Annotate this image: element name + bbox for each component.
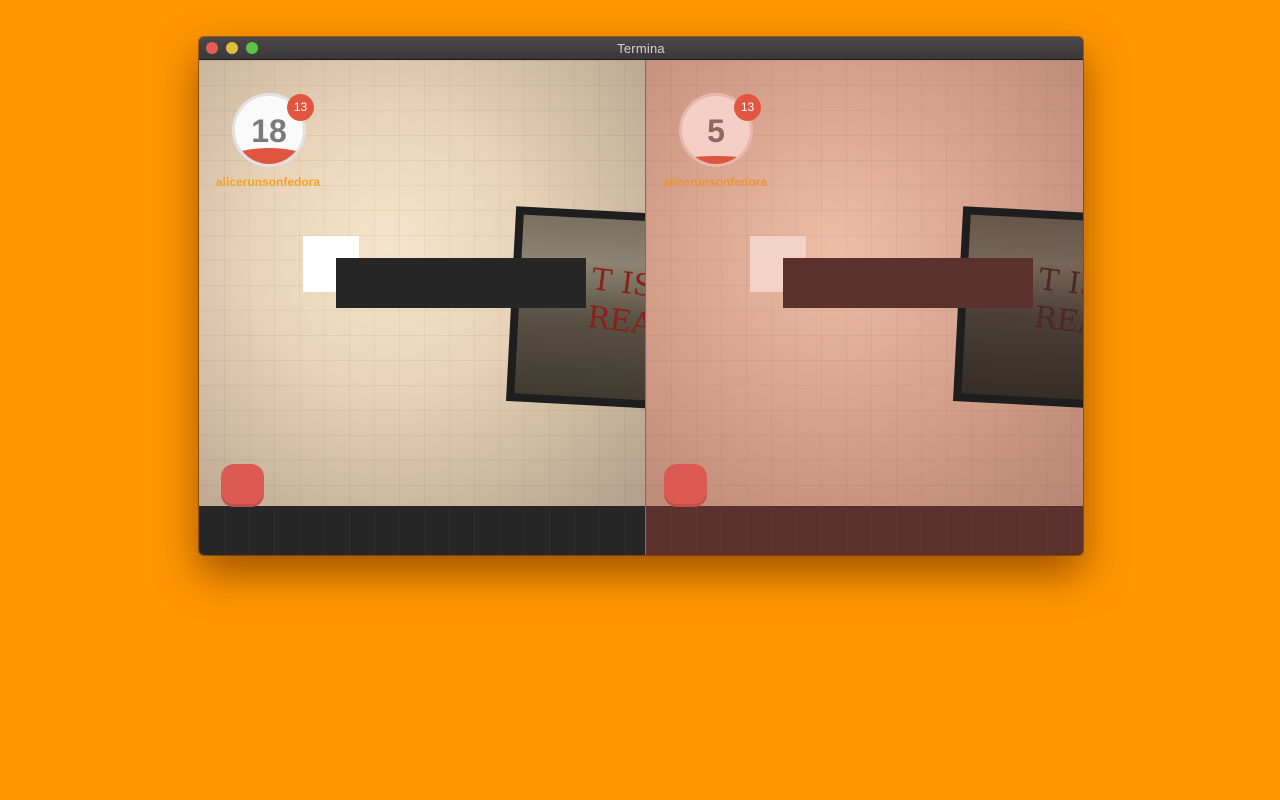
username-label: alicerunsonfedora [663, 175, 768, 189]
floor [646, 506, 1083, 555]
notification-badge: 13 [734, 94, 761, 121]
title-bar[interactable]: Termina [199, 37, 1083, 60]
platform [336, 258, 586, 308]
notification-badge: 13 [287, 94, 314, 121]
game-view-right[interactable]: T IS REA 5 13 alicerunsonfedora [645, 60, 1083, 555]
window-title: Termina [617, 41, 665, 56]
game-view-left[interactable]: T IS REA 18 13 alicerunsonfedora [199, 60, 645, 555]
player-character[interactable] [664, 464, 707, 507]
game-window: Termina T IS REA 18 13 alicerunsonfedora… [199, 37, 1083, 555]
photo-graffiti-text: T IS REA [585, 262, 645, 343]
username-label: alicerunsonfedora [216, 175, 321, 189]
player-character[interactable] [221, 464, 264, 507]
platform [783, 258, 1033, 308]
photo-graffiti-text: T IS REA [1032, 262, 1083, 343]
floor [199, 506, 645, 555]
